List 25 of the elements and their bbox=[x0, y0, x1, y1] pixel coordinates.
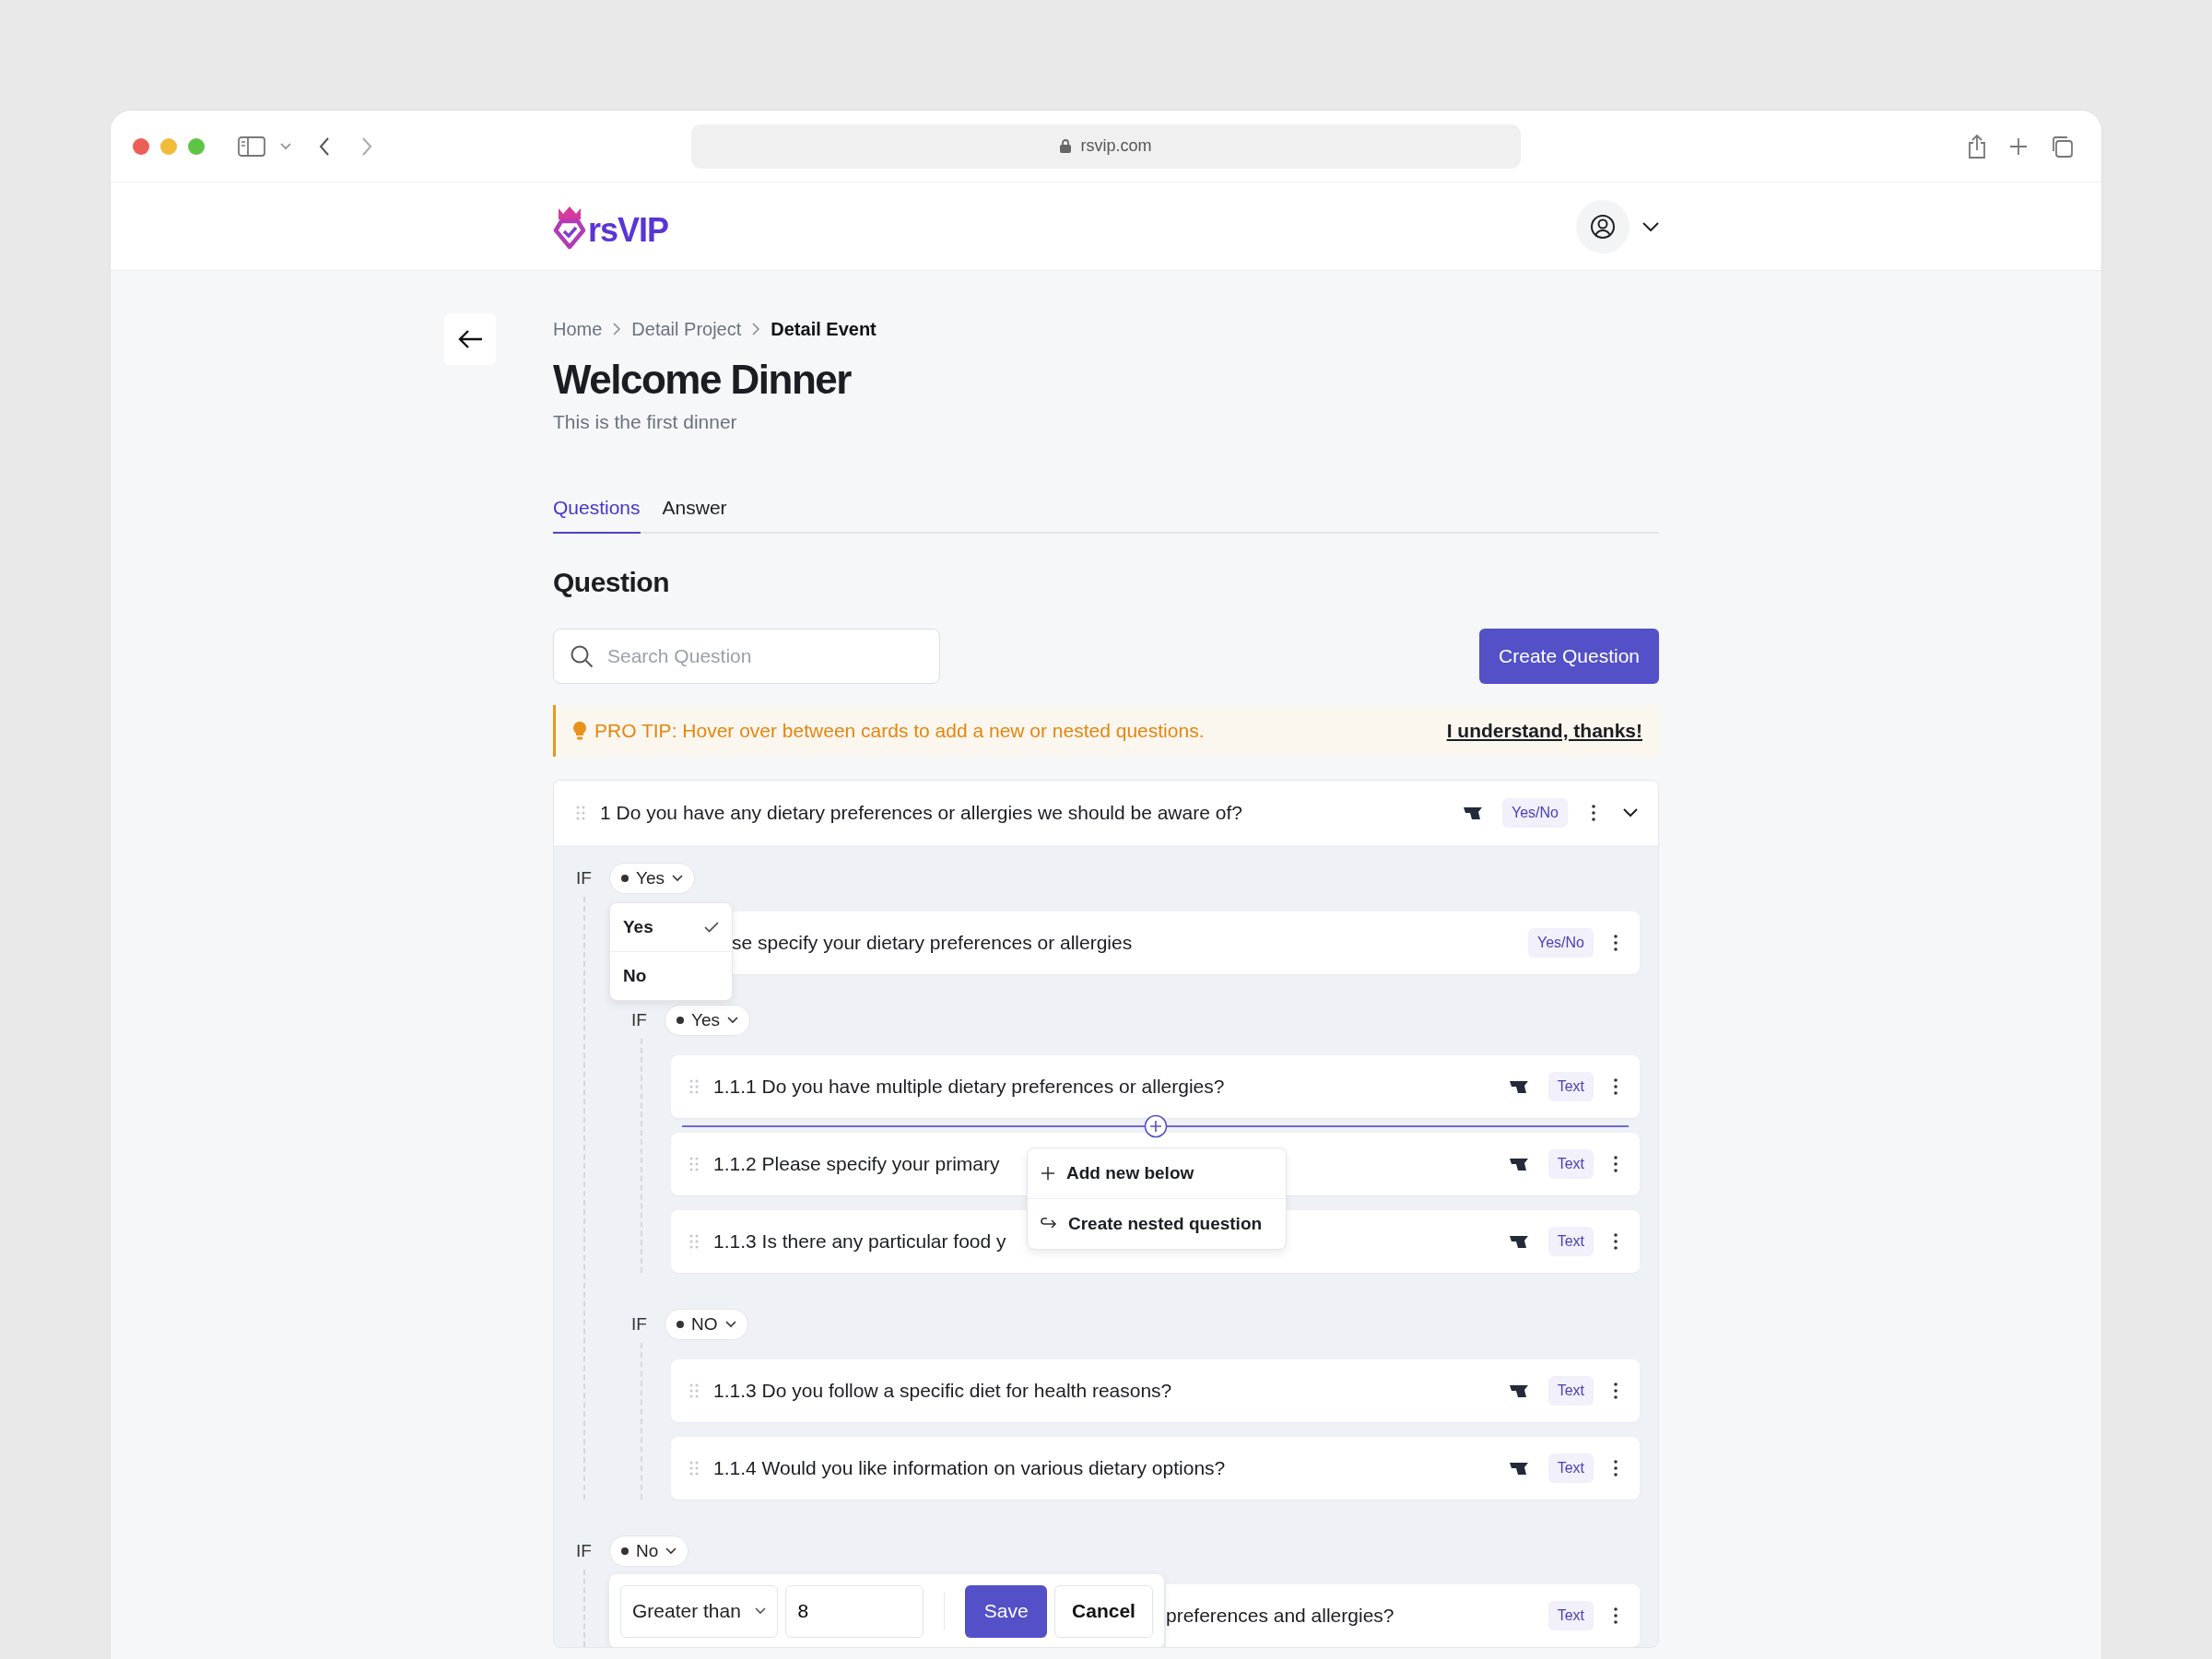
type-badge: Text bbox=[1547, 1601, 1594, 1630]
type-badge: Text bbox=[1547, 1227, 1594, 1256]
type-badge: Text bbox=[1547, 1453, 1594, 1483]
question-text: preferences and allergies? bbox=[1166, 1605, 1394, 1627]
type-badge: Text bbox=[1547, 1072, 1594, 1101]
section-title: Question bbox=[553, 566, 670, 599]
type-badge: Yes/No bbox=[1528, 928, 1594, 958]
tip-text: PRO TIP: Hover over between cards to add a new or nested questions. bbox=[594, 720, 1206, 742]
if-label: IF bbox=[631, 1314, 648, 1335]
if-label: IF bbox=[631, 1010, 648, 1030]
page-subtitle: This is the first dinner bbox=[553, 410, 738, 434]
type-badge: Text bbox=[1547, 1376, 1594, 1406]
question-text: 1.1.4 Would you like information on various dietary options? bbox=[713, 1457, 1226, 1479]
question-text: se specify your dietary preferences or allergies bbox=[732, 932, 1133, 954]
question-text: 1.1.2 Please specify your primary bbox=[713, 1153, 1000, 1175]
question-text: 1 Do you have any dietary preferences or allergies we should be aware of? bbox=[600, 802, 1242, 824]
question-text: 1.1.3 Do you follow a specific diet for health reasons? bbox=[713, 1380, 1172, 1402]
if-label: IF bbox=[576, 868, 593, 888]
type-badge: Yes/No bbox=[1502, 798, 1568, 828]
type-badge: Text bbox=[1547, 1149, 1594, 1179]
page-title: Welcome Dinner bbox=[553, 356, 853, 404]
logo-text: rsVIP bbox=[588, 211, 669, 249]
question-text: 1.1.3 Is there any particular food y bbox=[713, 1230, 1006, 1253]
if-label: IF bbox=[576, 1541, 593, 1561]
question-text: 1.1.1 Do you have multiple dietary preferences or allergies? bbox=[713, 1076, 1225, 1098]
